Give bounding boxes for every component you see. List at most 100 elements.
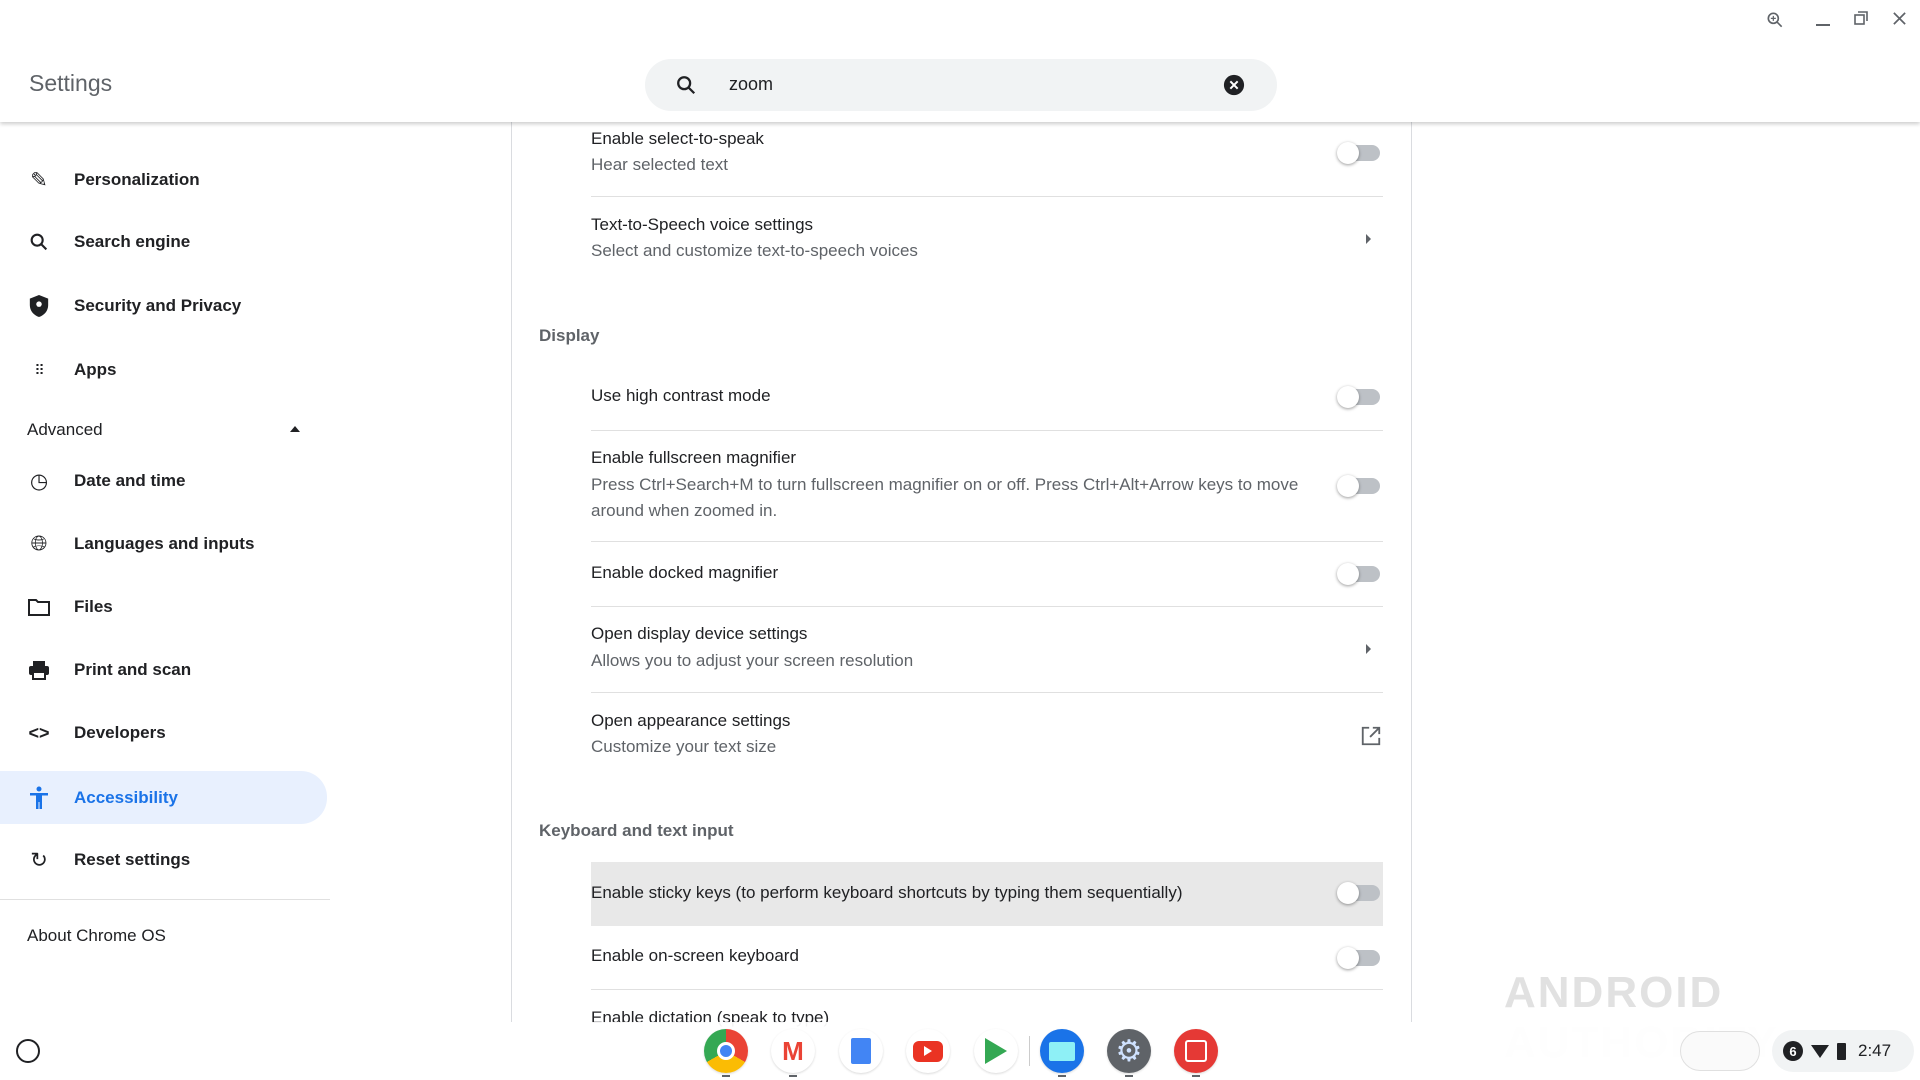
divider (591, 692, 1383, 693)
sidebar-divider (0, 899, 330, 900)
select-to-speak-toggle[interactable] (1337, 142, 1380, 164)
display-device-settings-title[interactable]: Open display device settings (591, 624, 807, 644)
sidebar-item-label: Security and Privacy (74, 296, 242, 315)
launcher-button[interactable] (16, 1039, 40, 1063)
sidebar-item-accessibility[interactable]: Accessibility (0, 771, 327, 824)
sidebar-item-label: Reset settings (74, 850, 191, 869)
sidebar-item-label: Developers (74, 723, 166, 742)
search-icon (26, 229, 52, 255)
holding-space-tray[interactable] (1680, 1031, 1760, 1071)
sidebar-item-label: Accessibility (74, 787, 178, 807)
chevron-up-icon (290, 426, 300, 432)
sidebar-item-label: Apps (74, 360, 117, 379)
settings-app-icon[interactable]: ⚙ (1107, 1029, 1151, 1073)
external-link-icon[interactable] (1360, 725, 1382, 747)
running-indicator (1058, 1075, 1066, 1077)
running-indicator (789, 1075, 797, 1077)
sidebar-item-apps[interactable]: ⠿ Apps (0, 344, 327, 396)
sidebar-item-languages[interactable]: 🌐︎ Languages and inputs (0, 518, 327, 570)
sidebar-item-security[interactable]: Security and Privacy (0, 280, 327, 332)
running-indicator (1192, 1075, 1200, 1077)
page-title: Settings (29, 70, 113, 96)
minimize-button[interactable] (1816, 24, 1830, 26)
search-icon (677, 76, 696, 95)
sticky-keys-toggle[interactable] (1337, 882, 1380, 904)
appearance-settings-subtitle: Customize your text size (591, 737, 777, 756)
search-input[interactable]: zoom (645, 59, 1277, 111)
chevron-right-icon[interactable] (1366, 234, 1371, 244)
play-store-app-icon[interactable] (974, 1029, 1018, 1073)
search-query[interactable]: zoom (729, 74, 773, 95)
files-app-icon[interactable] (1040, 1029, 1084, 1073)
sidebar-item-label: Personalization (74, 170, 200, 189)
sidebar-item-label: About Chrome OS (27, 926, 166, 945)
sidebar-item-files[interactable]: Files (0, 581, 327, 633)
advanced-label: Advanced (27, 420, 103, 439)
sticky-keys-title: Enable sticky keys (to perform keyboard … (591, 883, 1183, 902)
sidebar-item-date-time[interactable]: ◷ Date and time (0, 455, 327, 507)
sidebar-item-reset[interactable]: ↻ Reset settings (0, 834, 327, 886)
select-to-speak-title: Enable select-to-speak (591, 129, 764, 148)
select-to-speak-subtitle: Hear selected text (591, 155, 729, 174)
docked-magnifier-title: Enable docked magnifier (591, 563, 779, 582)
apps-grid-icon: ⠿ (34, 361, 44, 378)
fullscreen-magnifier-subtitle-2: around when zoomed in. (591, 501, 778, 520)
shelf-separator (1029, 1036, 1030, 1066)
printer-icon (26, 657, 52, 683)
close-button[interactable] (1892, 11, 1907, 26)
sidebar-item-label: Files (74, 597, 113, 616)
shield-icon (26, 293, 52, 319)
divider (591, 196, 1383, 197)
divider (591, 430, 1383, 431)
sidebar-item-print-scan[interactable]: Print and scan (0, 644, 327, 696)
sidebar-item-personalization[interactable]: ✎ Personalization (0, 154, 327, 206)
battery-icon (1837, 1042, 1846, 1060)
divider (591, 606, 1383, 607)
code-icon: <> (28, 722, 50, 743)
on-screen-keyboard-title: Enable on-screen keyboard (591, 946, 799, 965)
chrome-app-icon[interactable] (704, 1029, 748, 1073)
tts-voice-settings-subtitle: Select and customize text-to-speech voic… (591, 241, 918, 260)
divider (591, 541, 1383, 542)
high-contrast-title: Use high contrast mode (591, 386, 771, 405)
sidebar-item-label: Languages and inputs (74, 534, 255, 553)
sidebar-item-label: Print and scan (74, 660, 192, 679)
header: Settings zoom (0, 0, 1920, 122)
notification-count: 6 (1783, 1041, 1803, 1061)
pencil-icon: ✎ (30, 168, 48, 192)
running-indicator (1125, 1075, 1133, 1077)
sidebar-item-label: Date and time (74, 471, 186, 490)
shelf (0, 1022, 1920, 1080)
screencast-app-icon[interactable] (1174, 1029, 1218, 1073)
high-contrast-toggle[interactable] (1337, 386, 1380, 408)
reset-icon: ↻ (30, 848, 48, 872)
globe-icon: 🌐︎ (30, 532, 48, 555)
keyboard-section-header: Keyboard and text input (539, 821, 734, 840)
sidebar-item-label: Search engine (74, 232, 191, 251)
clock-icon: ◷ (29, 469, 49, 493)
maximize-button[interactable] (1853, 10, 1869, 26)
advanced-section-toggle[interactable]: Advanced (0, 404, 327, 456)
fullscreen-magnifier-toggle[interactable] (1337, 475, 1380, 497)
sidebar-item-about[interactable]: About Chrome OS (0, 910, 327, 962)
docked-magnifier-toggle[interactable] (1337, 563, 1380, 585)
youtube-app-icon[interactable] (906, 1029, 950, 1073)
sidebar-item-search-engine[interactable]: Search engine (0, 216, 327, 268)
wifi-icon (1811, 1044, 1829, 1058)
clear-search-icon[interactable] (1223, 74, 1245, 96)
zoom-icon[interactable] (1765, 10, 1785, 30)
fullscreen-magnifier-subtitle: Press Ctrl+Search+M to turn fullscreen m… (591, 475, 1299, 494)
clock-time: 2:47 (1858, 1041, 1892, 1060)
folder-icon (26, 594, 52, 620)
tts-voice-settings-title[interactable]: Text-to-Speech voice settings (591, 215, 813, 235)
accessibility-icon (26, 785, 52, 811)
sidebar-item-developers[interactable]: <> Developers (0, 707, 327, 759)
gmail-app-icon[interactable]: M (771, 1029, 815, 1073)
running-indicator (722, 1075, 730, 1077)
chevron-right-icon[interactable] (1366, 644, 1371, 654)
docs-app-icon[interactable] (839, 1029, 883, 1073)
display-device-settings-subtitle: Allows you to adjust your screen resolut… (591, 651, 914, 670)
status-tray[interactable]: 6 2:47 (1772, 1030, 1914, 1072)
appearance-settings-title[interactable]: Open appearance settings (591, 711, 790, 731)
on-screen-keyboard-toggle[interactable] (1337, 947, 1380, 969)
